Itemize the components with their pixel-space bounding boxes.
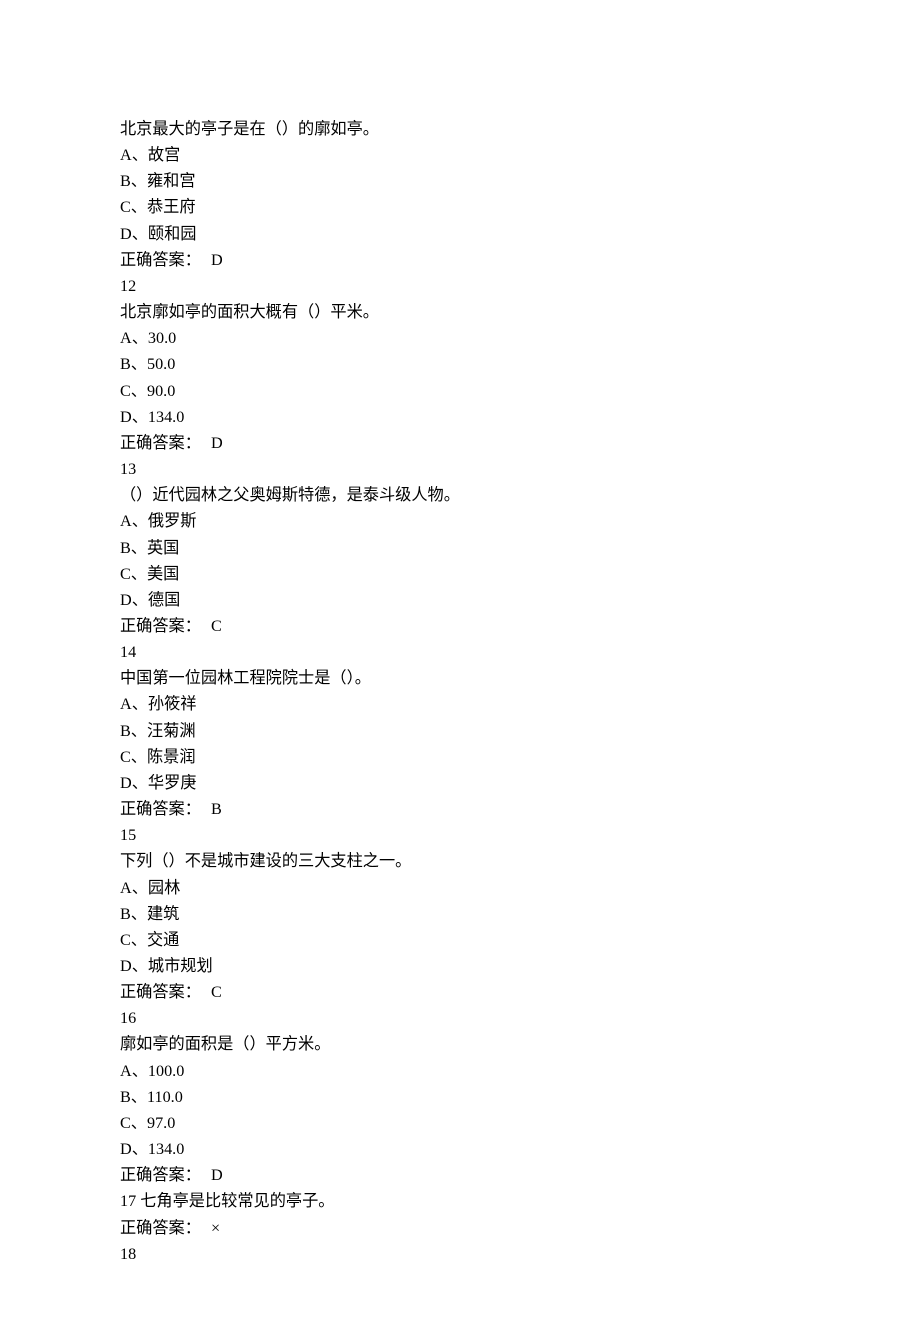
answer-label: 正确答案： — [120, 983, 201, 1001]
question-number: 18 — [120, 1241, 800, 1267]
question-stem: 中国第一位园林工程院院士是（）。 — [120, 665, 800, 691]
answer-line: 正确答案： C — [120, 613, 800, 639]
answer-line: 正确答案： D — [120, 430, 800, 456]
answer-label: 正确答案： — [120, 251, 201, 269]
answer-label: 正确答案： — [120, 434, 201, 452]
option-a: A、30.0 — [120, 325, 800, 351]
option-c: C、恭王府 — [120, 194, 800, 220]
answer-line: 正确答案： × — [120, 1215, 800, 1241]
option-b: B、建筑 — [120, 901, 800, 927]
question-stem: 廓如亭的面积是（）平方米。 — [120, 1031, 800, 1057]
question-stem: 北京最大的亭子是在（）的廓如亭。 — [120, 116, 800, 142]
answer-line: 正确答案： B — [120, 796, 800, 822]
option-d: D、134.0 — [120, 404, 800, 430]
answer-value: × — [211, 1219, 220, 1237]
answer-label: 正确答案： — [120, 800, 201, 818]
option-a: A、100.0 — [120, 1058, 800, 1084]
option-d: D、134.0 — [120, 1136, 800, 1162]
option-d: D、华罗庚 — [120, 770, 800, 796]
answer-value: D — [211, 434, 223, 452]
option-b: B、汪菊渊 — [120, 718, 800, 744]
option-b: B、110.0 — [120, 1084, 800, 1110]
answer-label: 正确答案： — [120, 617, 201, 635]
answer-label: 正确答案： — [120, 1219, 201, 1237]
answer-value: B — [211, 800, 222, 818]
option-a: A、故宫 — [120, 142, 800, 168]
answer-value: D — [211, 251, 223, 269]
question-number: 15 — [120, 822, 800, 848]
option-c: C、90.0 — [120, 378, 800, 404]
answer-value: D — [211, 1166, 223, 1184]
question-stem: （）近代园林之父奥姆斯特德，是泰斗级人物。 — [120, 482, 800, 508]
option-c: C、97.0 — [120, 1110, 800, 1136]
option-c: C、交通 — [120, 927, 800, 953]
answer-line: 正确答案： C — [120, 979, 800, 1005]
option-d: D、颐和园 — [120, 221, 800, 247]
question-number: 13 — [120, 456, 800, 482]
option-c: C、陈景润 — [120, 744, 800, 770]
option-b: B、50.0 — [120, 351, 800, 377]
question-number: 16 — [120, 1005, 800, 1031]
question-stem: 17 七角亭是比较常见的亭子。 — [120, 1188, 800, 1214]
option-b: B、雍和宫 — [120, 168, 800, 194]
question-number: 12 — [120, 273, 800, 299]
question-number: 14 — [120, 639, 800, 665]
option-a: A、园林 — [120, 875, 800, 901]
option-d: D、德国 — [120, 587, 800, 613]
option-a: A、俄罗斯 — [120, 508, 800, 534]
option-d: D、城市规划 — [120, 953, 800, 979]
answer-label: 正确答案： — [120, 1166, 201, 1184]
answer-line: 正确答案： D — [120, 247, 800, 273]
document-page: 北京最大的亭子是在（）的廓如亭。 A、故宫 B、雍和宫 C、恭王府 D、颐和园 … — [0, 0, 920, 1327]
answer-value: C — [211, 617, 222, 635]
option-c: C、美国 — [120, 561, 800, 587]
answer-line: 正确答案： D — [120, 1162, 800, 1188]
question-stem: 下列（）不是城市建设的三大支柱之一。 — [120, 848, 800, 874]
option-a: A、孙筱祥 — [120, 691, 800, 717]
answer-value: C — [211, 983, 222, 1001]
question-stem: 北京廓如亭的面积大概有（）平米。 — [120, 299, 800, 325]
option-b: B、英国 — [120, 535, 800, 561]
